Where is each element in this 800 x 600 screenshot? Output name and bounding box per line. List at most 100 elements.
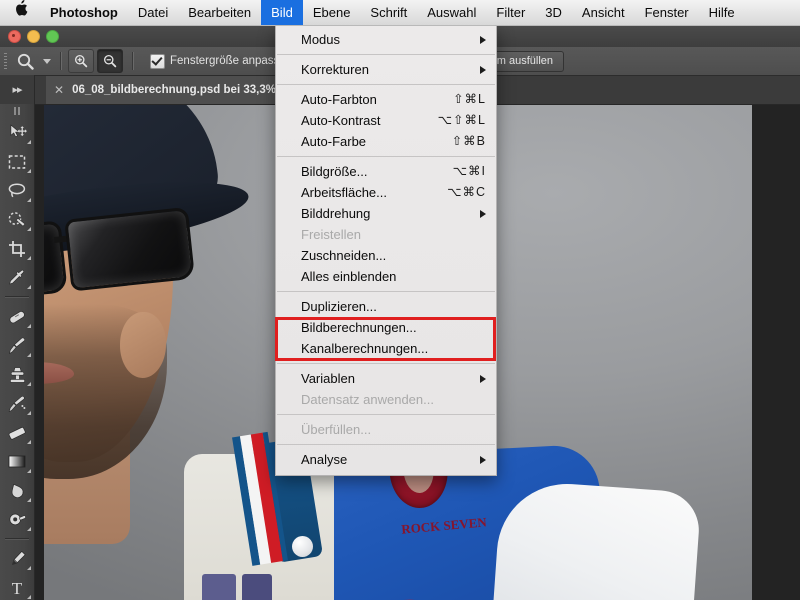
fit-window-checkbox[interactable] — [150, 53, 165, 69]
clone-stamp-icon[interactable] — [0, 360, 34, 389]
brush-icon[interactable] — [0, 331, 34, 360]
menu-item-auswahl[interactable]: Auswahl — [417, 0, 486, 25]
tool-divider — [5, 296, 29, 298]
menu-item-3d[interactable]: 3D — [535, 0, 572, 25]
menu-item-variablen[interactable]: Variablen — [276, 368, 496, 389]
menu-separator — [277, 414, 495, 415]
menu-separator — [277, 54, 495, 55]
menu-item-filter[interactable]: Filter — [486, 0, 535, 25]
menu-label: Auto-Farbton — [301, 92, 377, 107]
menu-item-photoshop[interactable]: Photoshop — [40, 0, 128, 25]
menu-label: Zuschneiden... — [301, 248, 387, 263]
dodge-icon[interactable] — [0, 505, 34, 534]
menu-label: Modus — [301, 32, 341, 47]
menu-item-bearbeiten[interactable]: Bearbeiten — [178, 0, 261, 25]
menu-item-hilfe[interactable]: Hilfe — [699, 0, 745, 25]
move-tool-icon[interactable] — [0, 118, 34, 147]
menu-label: Analyse — [301, 452, 348, 467]
menu-item-duplizieren[interactable]: Duplizieren... — [276, 296, 496, 317]
marquee-icon[interactable] — [0, 147, 34, 176]
menu-separator — [277, 84, 495, 85]
svg-text:T: T — [12, 579, 23, 597]
menu-item-datensatz-anwenden: Datensatz anwenden... — [276, 389, 496, 410]
menu-item-auto-farbe[interactable]: Auto-Farbe ⇧⌘B — [276, 131, 496, 152]
tool-divider — [5, 538, 29, 540]
bild-dropdown-menu[interactable]: Modus Korrekturen Auto-Farbton ⇧⌘L Auto-… — [275, 25, 497, 476]
quick-selection-icon[interactable] — [0, 205, 34, 234]
menu-separator — [277, 363, 495, 364]
submenu-arrow-icon — [480, 374, 486, 383]
zoom-in-button[interactable] — [68, 49, 94, 73]
menu-item-alles-einblenden[interactable]: Alles einblenden — [276, 266, 496, 287]
menu-item-arbeitsflaeche[interactable]: Arbeitsfläche... ⌥⌘C — [276, 182, 496, 203]
submenu-arrow-icon — [480, 65, 486, 74]
menu-item-freistellen: Freistellen — [276, 224, 496, 245]
canvas-left-gutter — [34, 104, 44, 600]
menu-shortcut: ⌥⌘I — [452, 164, 486, 178]
close-tab-icon[interactable]: ✕ — [54, 84, 64, 96]
tools-panel-grip[interactable] — [0, 104, 34, 118]
menu-item-zuschneiden[interactable]: Zuschneiden... — [276, 245, 496, 266]
menu-label: Bildberechnungen... — [301, 320, 417, 335]
blur-drop-icon[interactable] — [0, 476, 34, 505]
apple-logo-icon[interactable] — [0, 0, 40, 25]
menu-label: Arbeitsfläche... — [301, 185, 387, 200]
menu-item-analyse[interactable]: Analyse — [276, 449, 496, 470]
document-tab[interactable]: ✕ 06_08_bildberechnung.psd bei 33,3% ( — [46, 75, 297, 104]
menu-label: Auto-Farbe — [301, 134, 367, 149]
jacket-letter: R — [378, 578, 443, 600]
sunglasses-left-lens — [44, 220, 68, 305]
menu-label: Bilddrehung — [301, 206, 371, 221]
menu-item-korrekturen[interactable]: Korrekturen — [276, 59, 496, 80]
menu-shortcut: ⌥⌘C — [447, 185, 486, 199]
lasso-icon[interactable] — [0, 176, 34, 205]
submenu-arrow-icon — [480, 35, 486, 44]
gradient-icon[interactable] — [0, 447, 34, 476]
tshirt-graphic — [202, 574, 236, 600]
healing-brush-icon[interactable] — [0, 302, 34, 331]
pen-icon[interactable] — [0, 544, 34, 573]
type-T-icon[interactable]: T — [0, 573, 34, 600]
options-bar-grip[interactable] — [0, 47, 10, 75]
menu-item-ebene[interactable]: Ebene — [303, 0, 361, 25]
zoom-out-button[interactable] — [97, 49, 123, 73]
menu-label: Bildgröße... — [301, 164, 368, 179]
menu-separator — [277, 291, 495, 292]
menu-item-kanalberechnungen[interactable]: Kanalberechnungen... — [276, 338, 496, 359]
expand-panels-icon[interactable]: ▸▸ — [0, 75, 35, 104]
menu-item-fenster[interactable]: Fenster — [635, 0, 699, 25]
menu-separator — [277, 444, 495, 445]
submenu-arrow-icon — [480, 455, 486, 464]
menu-item-datei[interactable]: Datei — [128, 0, 178, 25]
menu-item-modus[interactable]: Modus — [276, 29, 496, 50]
jacket-button — [292, 536, 313, 557]
tools-panel: T — [0, 104, 35, 600]
menu-item-bilddrehung[interactable]: Bilddrehung — [276, 203, 496, 224]
menu-item-ansicht[interactable]: Ansicht — [572, 0, 635, 25]
eraser-icon[interactable] — [0, 418, 34, 447]
menu-item-auto-farbton[interactable]: Auto-Farbton ⇧⌘L — [276, 89, 496, 110]
tshirt-graphic — [242, 574, 272, 600]
menu-label: Freistellen — [301, 227, 361, 242]
menu-label: Auto-Kontrast — [301, 113, 381, 128]
menu-item-bild[interactable]: Bild — [261, 0, 303, 25]
menu-item-bildgroesse[interactable]: Bildgröße... ⌥⌘I — [276, 161, 496, 182]
photoshop-window: Photoshop Datei Bearbeiten Bild Ebene Sc… — [0, 0, 800, 600]
fit-window-label: Fenstergröße anpassen — [170, 55, 293, 67]
fit-window-checkbox-group[interactable]: Fenstergröße anpassen — [150, 53, 293, 69]
menu-shortcut: ⇧⌘L — [453, 92, 486, 106]
divider — [132, 52, 134, 70]
submenu-arrow-icon — [480, 209, 486, 218]
menu-item-bildberechnungen[interactable]: Bildberechnungen... — [276, 317, 496, 338]
eyedropper-icon[interactable] — [0, 263, 34, 292]
chevron-down-icon[interactable] — [40, 47, 54, 75]
menu-label: Alles einblenden — [301, 269, 397, 284]
history-brush-icon[interactable] — [0, 389, 34, 418]
subject-ear — [120, 312, 166, 378]
menu-item-auto-kontrast[interactable]: Auto-Kontrast ⌥⇧⌘L — [276, 110, 496, 131]
menu-item-schrift[interactable]: Schrift — [360, 0, 417, 25]
menu-label: Kanalberechnungen... — [301, 341, 429, 356]
zoom-tool-icon[interactable] — [10, 47, 40, 75]
menu-item-ueberfuellen: Überfüllen... — [276, 419, 496, 440]
crop-icon[interactable] — [0, 234, 34, 263]
